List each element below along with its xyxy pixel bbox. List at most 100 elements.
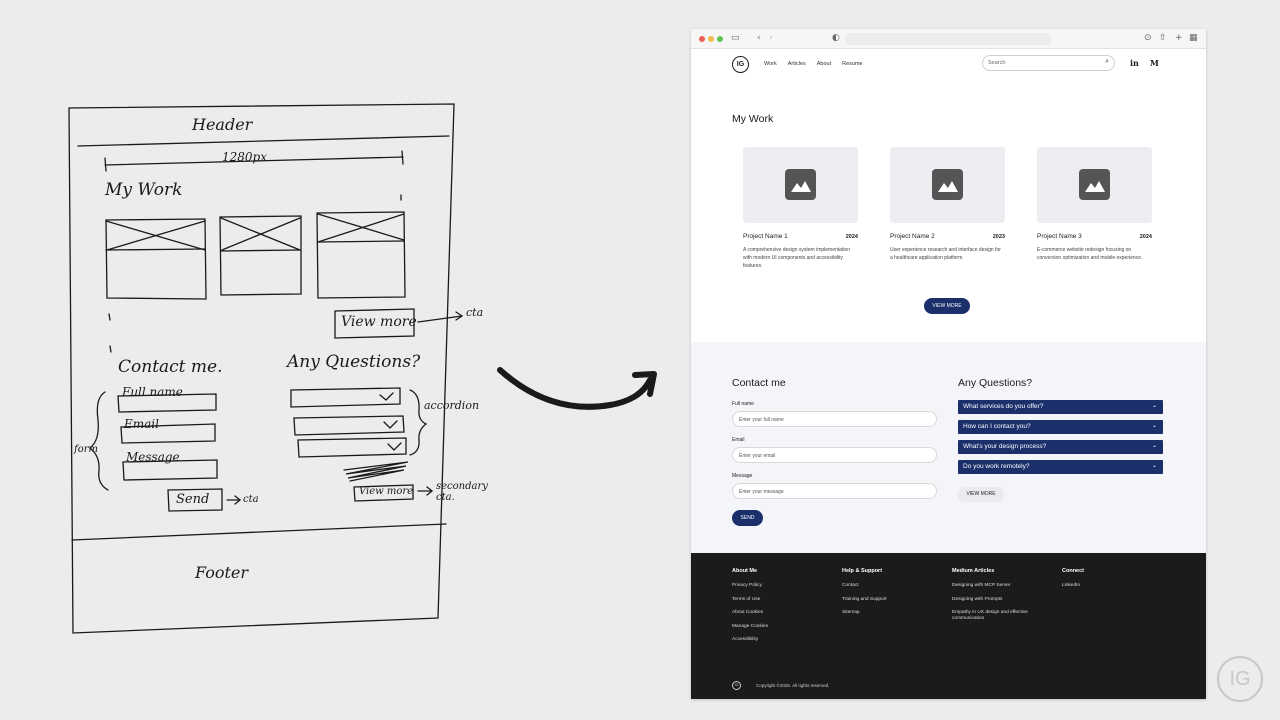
- faq-question: What services do you offer?: [963, 403, 1044, 410]
- view-more-button[interactable]: VIEW MORE: [924, 298, 970, 314]
- close-dot-icon[interactable]: [699, 36, 705, 42]
- footer-link[interactable]: Accessibility: [732, 637, 816, 643]
- footer-link[interactable]: Designing with Prompts: [952, 597, 1036, 603]
- image-placeholder-icon: [785, 169, 816, 200]
- sketch-questions: Any Questions?: [287, 352, 421, 372]
- questions-title: Any Questions?: [958, 377, 1033, 389]
- project-thumbnail: [743, 147, 858, 223]
- search-input[interactable]: Search ⌕: [982, 55, 1115, 71]
- download-icon[interactable]: ⊙: [1144, 33, 1152, 43]
- sketch-accordion-note: accordion: [424, 399, 480, 412]
- sketch-full-name: Full name: [122, 385, 183, 399]
- project-thumbnail: [1037, 147, 1152, 223]
- sketch-message: Message: [126, 450, 180, 464]
- sketch-my-work: My Work: [105, 180, 183, 200]
- linkedin-icon[interactable]: in: [1130, 58, 1139, 68]
- project-card[interactable]: Project Name 3 2024 E-commerce website r…: [1037, 147, 1152, 261]
- footer-heading: Medium Articles: [952, 568, 995, 574]
- faq-item[interactable]: How can I contact you? ⌄: [958, 420, 1163, 434]
- message-label: Message: [732, 473, 753, 479]
- project-thumbnail: [890, 147, 1005, 223]
- project-card[interactable]: Project Name 1 2024 A comprehensive desi…: [743, 147, 858, 269]
- send-button[interactable]: SEND: [732, 510, 763, 526]
- footer-column: Connect LinkedIn: [1062, 568, 1146, 597]
- faq-question: What's your design process?: [963, 443, 1047, 450]
- footer-link[interactable]: Contact: [842, 583, 926, 589]
- sketch-cta-note: cta: [466, 306, 484, 319]
- footer-column: Medium Articles Designing with MCP Serve…: [952, 568, 1036, 630]
- search-icon[interactable]: ⌕: [1105, 58, 1109, 66]
- footer-link[interactable]: Privacy Policy: [732, 583, 816, 589]
- zoom-dot-icon[interactable]: [717, 36, 723, 42]
- footer-column: Help & Support Contact Training and Supp…: [842, 568, 926, 624]
- project-name: Project Name 2: [890, 233, 935, 240]
- sketch-header: Header: [192, 115, 253, 134]
- full-name-label: Full name: [732, 401, 754, 407]
- sketch-secondary-cta-note: secondary cta.: [436, 481, 488, 503]
- sketch-footer: Footer: [195, 563, 249, 582]
- medium-icon[interactable]: M: [1150, 58, 1159, 68]
- project-year: 2023: [992, 234, 1005, 240]
- footer-link[interactable]: Empathy in UX design and effective commu…: [952, 610, 1036, 622]
- footer-link[interactable]: About Cookies: [732, 610, 816, 616]
- sketch-width-label: 1280px: [222, 150, 267, 164]
- project-name: Project Name 1: [743, 233, 788, 240]
- footer-link[interactable]: Training and Support: [842, 597, 926, 603]
- address-bar[interactable]: [846, 33, 1051, 45]
- contact-title: Contact me: [732, 377, 786, 389]
- sketch-contact: Contact me.: [118, 357, 223, 377]
- site-logo[interactable]: IG: [732, 56, 749, 73]
- footer-heading: Help & Support: [842, 568, 883, 574]
- forward-icon[interactable]: ›: [769, 33, 773, 43]
- back-icon[interactable]: ‹: [757, 33, 761, 43]
- view-more-secondary-button[interactable]: VIEW MORE: [958, 487, 1004, 502]
- minimize-dot-icon[interactable]: [708, 36, 714, 42]
- chevron-down-icon: ⌄: [1151, 462, 1157, 469]
- sketch-send: Send: [176, 492, 210, 507]
- faq-question: How can I contact you?: [963, 423, 1031, 430]
- footer-link[interactable]: Manage Cookies: [732, 624, 816, 630]
- brand-mark: IG: [1217, 656, 1263, 702]
- project-card[interactable]: Project Name 2 2023 User experience rese…: [890, 147, 1005, 261]
- project-year: 2024: [1139, 234, 1152, 240]
- wireframe-sketch: Header 1280px My Work View more cta Cont…: [0, 0, 520, 720]
- chevron-down-icon: ⌄: [1151, 402, 1157, 409]
- footer-link[interactable]: Sitemap: [842, 610, 926, 616]
- footer-heading: About Me: [732, 568, 758, 574]
- shield-icon[interactable]: ◐: [832, 33, 840, 43]
- project-description: E-commerce website redesign focusing on …: [1037, 247, 1143, 261]
- full-name-field[interactable]: Enter your full name: [732, 411, 937, 427]
- footer-link[interactable]: LinkedIn: [1062, 583, 1146, 589]
- faq-item[interactable]: What's your design process? ⌄: [958, 440, 1163, 454]
- faq-item[interactable]: What services do you offer? ⌄: [958, 400, 1163, 414]
- nav-work[interactable]: Work: [764, 61, 777, 67]
- project-year: 2024: [845, 234, 858, 240]
- my-work-title: My Work: [732, 113, 774, 125]
- transform-arrow: [497, 367, 657, 410]
- sidebar-toggle-icon[interactable]: ▭: [731, 33, 740, 43]
- browser-window: ▭ ‹ › ◐ ⊙ ⇧ + ▦ IG Work Articles About R…: [691, 29, 1206, 699]
- footer-logo: IG: [732, 681, 741, 690]
- new-tab-icon[interactable]: +: [1175, 33, 1183, 43]
- footer-link[interactable]: Terms of Use: [732, 597, 816, 603]
- chevron-down-icon: ⌄: [1151, 442, 1157, 449]
- footer-link[interactable]: Designing with MCP Server: [952, 583, 1036, 589]
- chevron-down-icon: ⌄: [1151, 422, 1157, 429]
- project-description: A comprehensive design system implementa…: [743, 247, 850, 269]
- image-placeholder-icon: [932, 169, 963, 200]
- sketch-form-note: form: [74, 444, 98, 455]
- nav-articles[interactable]: Articles: [788, 61, 806, 67]
- copyright-text: Copyright ©2025. All rights reserved.: [756, 683, 830, 688]
- project-name: Project Name 3: [1037, 233, 1082, 240]
- faq-item[interactable]: Do you work remotely? ⌄: [958, 460, 1163, 474]
- footer-heading: Connect: [1062, 568, 1084, 574]
- nav-links: Work Articles About Resume: [764, 61, 863, 67]
- tab-overview-icon[interactable]: ▦: [1189, 33, 1198, 43]
- nav-about[interactable]: About: [817, 61, 831, 67]
- message-field[interactable]: Enter your message: [732, 483, 937, 499]
- share-icon[interactable]: ⇧: [1159, 33, 1167, 43]
- sketch-cta-note-2: cta: [243, 494, 259, 505]
- footer-column: About Me Privacy Policy Terms of Use Abo…: [732, 568, 816, 651]
- nav-resume[interactable]: Resume: [842, 61, 862, 67]
- email-field[interactable]: Enter your email: [732, 447, 937, 463]
